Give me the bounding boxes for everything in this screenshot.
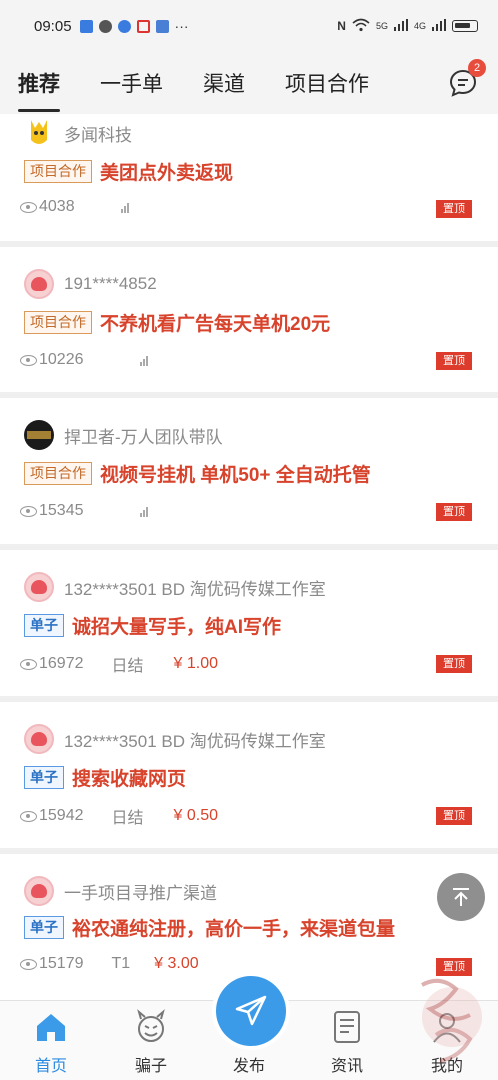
app-notification-icon — [117, 19, 131, 33]
post-card[interactable]: 191****4852 项目合作 不养机看广告每天单机20元 10226 置顶 — [0, 247, 498, 392]
eye-icon — [20, 958, 37, 970]
category-tag: 单子 — [24, 766, 64, 789]
post-author[interactable]: 191****4852 — [24, 269, 157, 299]
status-bar: 09:05 ··· N 5G 4G — [0, 0, 498, 52]
nav-label: 骗子 — [134, 1058, 167, 1075]
author-name: 一手项目寻推广渠道 — [64, 883, 217, 903]
tab-project-cooperation[interactable]: 项目合作 — [285, 68, 369, 98]
avatar[interactable] — [24, 420, 54, 450]
pinned-badge: 置顶 — [436, 352, 472, 370]
network-5g-label: 5G — [375, 21, 388, 31]
status-time: 09:05 — [34, 17, 72, 35]
tab-channels[interactable]: 渠道 — [203, 68, 245, 98]
post-author[interactable]: 一手项目寻推广渠道 — [24, 876, 217, 906]
nav-news[interactable]: 资讯 — [302, 1001, 392, 1080]
nav-home[interactable]: 首页 — [6, 1001, 96, 1080]
view-count: 15942 — [39, 807, 84, 824]
more-notifications-icon: ··· — [174, 18, 189, 34]
post-title[interactable]: 搜索收藏网页 — [72, 764, 186, 791]
app-notification-icon — [79, 19, 93, 33]
pinned-badge: 置顶 — [436, 503, 472, 521]
avatar[interactable] — [24, 118, 54, 148]
nfc-icon: N — [337, 19, 346, 33]
post-author[interactable]: 捍卫者-万人团队带队 — [24, 420, 223, 450]
eye-icon — [20, 505, 37, 517]
view-count: 15345 — [39, 502, 84, 519]
wifi-icon — [352, 18, 370, 35]
category-tag: 单子 — [24, 614, 64, 637]
tab-recommend[interactable]: 推荐 — [18, 68, 60, 112]
devil-face-icon — [137, 1009, 165, 1042]
pinned-badge: 置顶 — [436, 200, 472, 218]
post-card[interactable]: 132****3501 BD 淘优码传媒工作室 单子 搜索收藏网页 15942 … — [0, 702, 498, 848]
pinned-badge: 置顶 — [436, 807, 472, 825]
home-icon — [37, 1014, 65, 1041]
price: ¥ 1.00 — [173, 655, 218, 672]
battery-icon — [452, 20, 478, 32]
author-name: 191****4852 — [64, 274, 157, 293]
eye-icon — [20, 354, 37, 366]
view-count: 10226 — [39, 351, 84, 368]
category-tag: 项目合作 — [24, 311, 92, 334]
view-count: 15179 — [39, 955, 84, 972]
news-icon — [334, 1011, 360, 1043]
app-notification-icon — [136, 19, 150, 33]
avatar[interactable] — [24, 572, 54, 602]
category-tag: 项目合作 — [24, 462, 92, 485]
signal-bars-icon — [139, 355, 148, 366]
view-count: 16972 — [39, 655, 84, 672]
message-count-badge: 2 — [468, 59, 486, 77]
author-name: 多闻科技 — [64, 125, 132, 145]
nav-label: 发布 — [232, 1058, 265, 1075]
tab-first-hand-orders[interactable]: 一手单 — [100, 68, 163, 98]
signal-bars-icon — [432, 18, 446, 34]
settlement-type: T1 — [111, 955, 131, 972]
post-author[interactable]: 多闻科技 — [24, 118, 132, 148]
settlement-type: 日结 — [111, 810, 144, 827]
price: ¥ 0.50 — [173, 807, 218, 824]
wechat-icon — [98, 19, 112, 33]
author-name: 132****3501 BD 淘优码传媒工作室 — [64, 579, 326, 599]
avatar[interactable] — [24, 724, 54, 754]
signal-bars-icon — [120, 202, 129, 213]
avatar[interactable] — [24, 269, 54, 299]
author-name: 捍卫者-万人团队带队 — [64, 427, 223, 447]
post-card[interactable]: 多闻科技 项目合作 美团点外卖返现 4038 置顶 — [0, 114, 498, 241]
author-name: 132****3501 BD 淘优码传媒工作室 — [64, 731, 326, 751]
price: ¥ 3.00 — [154, 955, 199, 972]
avatar[interactable] — [24, 876, 54, 906]
top-tab-bar: 推荐 一手单 渠道 项目合作 2 — [0, 52, 498, 114]
view-count: 4038 — [39, 198, 75, 215]
category-tag: 项目合作 — [24, 160, 92, 183]
settlement-type: 日结 — [111, 658, 144, 675]
nav-label: 首页 — [34, 1058, 67, 1075]
post-title[interactable]: 视频号挂机 单机50+ 全自动托管 — [100, 460, 371, 487]
post-card[interactable]: 捍卫者-万人团队带队 项目合作 视频号挂机 单机50+ 全自动托管 15345 … — [0, 398, 498, 544]
nav-scammers[interactable]: 骗子 — [106, 1001, 196, 1080]
post-author[interactable]: 132****3501 BD 淘优码传媒工作室 — [24, 572, 326, 602]
post-card[interactable]: 132****3501 BD 淘优码传媒工作室 单子 诚招大量写手，纯AI写作 … — [0, 550, 498, 696]
signal-bars-icon — [393, 18, 408, 34]
nav-label: 资讯 — [330, 1058, 363, 1075]
publish-button[interactable] — [216, 976, 286, 1046]
signal-bars-icon — [139, 506, 148, 517]
post-title[interactable]: 不养机看广告每天单机20元 — [100, 309, 330, 336]
watermark-seal — [400, 965, 498, 1075]
eye-icon — [20, 658, 37, 670]
post-title[interactable]: 裕农通纯注册，高价一手，来渠道包量 — [72, 914, 395, 941]
post-feed[interactable]: 多闻科技 项目合作 美团点外卖返现 4038 置顶 191****4852 项目… — [0, 114, 498, 1000]
post-title[interactable]: 诚招大量写手，纯AI写作 — [72, 612, 281, 639]
eye-icon — [20, 810, 37, 822]
back-to-top-button[interactable] — [437, 873, 485, 921]
pinned-badge: 置顶 — [436, 655, 472, 673]
network-4g-label: 4G — [413, 21, 426, 31]
app-notification-icon — [155, 19, 169, 33]
eye-icon — [20, 201, 37, 213]
arrow-up-icon — [453, 888, 469, 906]
paper-plane-icon — [235, 995, 267, 1026]
post-title[interactable]: 美团点外卖返现 — [100, 158, 233, 185]
category-tag: 单子 — [24, 916, 64, 939]
post-author[interactable]: 132****3501 BD 淘优码传媒工作室 — [24, 724, 326, 754]
messages-button[interactable]: 2 — [448, 59, 486, 98]
